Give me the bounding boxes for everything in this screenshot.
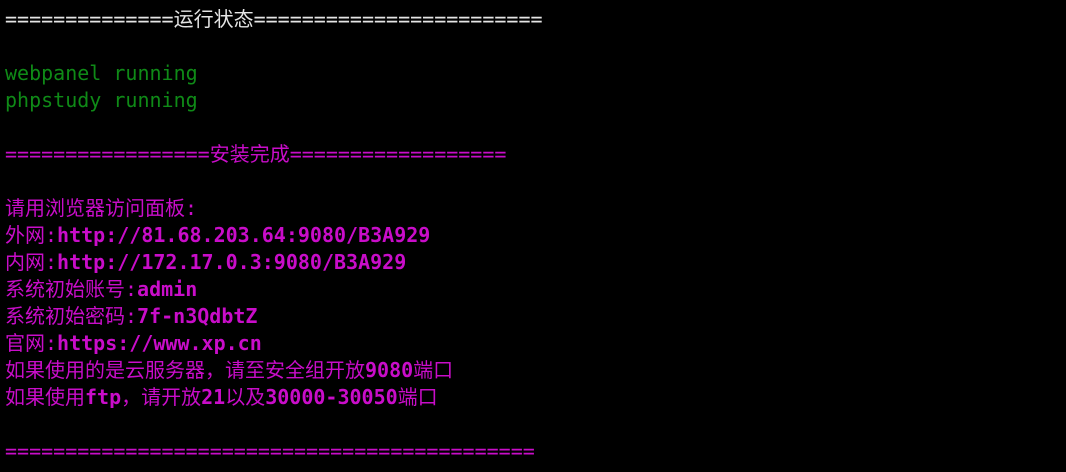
internal-url-value: http://172.17.0.3:9080/B3A929 [57, 250, 407, 274]
ftp-notice-and: 以及 [225, 385, 266, 409]
initial-account-label: 系统初始账号: [5, 277, 138, 301]
phpstudy-running-line: phpstudy running [5, 88, 198, 112]
external-url-line: 外网:http://81.68.203.64:9080/B3A929 [5, 222, 1066, 249]
ftp-notice-port-a: 21 [201, 385, 226, 409]
initial-password-line: 系统初始密码:7f-n3QdbtZ [5, 303, 1066, 330]
ftp-notice-middle: ，请开放 [121, 385, 202, 409]
info-title: 请用浏览器访问面板: [5, 196, 198, 220]
cloud-notice-suffix: 端口 [413, 358, 454, 382]
internal-url-line: 内网:http://172.17.0.3:9080/B3A929 [5, 249, 1066, 276]
external-url-value: http://81.68.203.64:9080/B3A929 [57, 223, 431, 247]
footer-rule: ========================================… [5, 439, 535, 463]
initial-password-value: 7f-n3QdbtZ [137, 304, 258, 328]
status-header: ==============运行状态======================… [5, 7, 543, 31]
cloud-notice-prefix: 如果使用的是云服务器，请至安全组开放 [5, 358, 365, 382]
ftp-notice-prefix: 如果使用 [5, 385, 85, 409]
initial-password-label: 系统初始密码: [5, 304, 138, 328]
webpanel-running-line: webpanel running [5, 61, 198, 85]
ftp-notice-ftp: ftp [85, 385, 122, 409]
ftp-notice-port-range: 30000-30050 [265, 385, 398, 409]
internal-url-label: 内网: [5, 250, 58, 274]
cloud-port-notice: 如果使用的是云服务器，请至安全组开放9080端口 [5, 357, 1066, 384]
install-complete-header: =================安装完成================== [5, 142, 507, 166]
official-site-label: 官网: [5, 331, 58, 355]
ftp-port-notice: 如果使用ftp，请开放21以及30000-30050端口 [5, 384, 1066, 411]
initial-account-line: 系统初始账号:admin [5, 276, 1066, 303]
terminal-window[interactable]: ==============运行状态======================… [0, 0, 1066, 472]
initial-account-value: admin [137, 277, 198, 301]
external-url-label: 外网: [5, 223, 58, 247]
official-site-value: https://www.xp.cn [57, 331, 262, 355]
official-site-line: 官网:https://www.xp.cn [5, 330, 1066, 357]
ftp-notice-suffix: 端口 [397, 385, 438, 409]
cloud-notice-port: 9080 [365, 358, 414, 382]
